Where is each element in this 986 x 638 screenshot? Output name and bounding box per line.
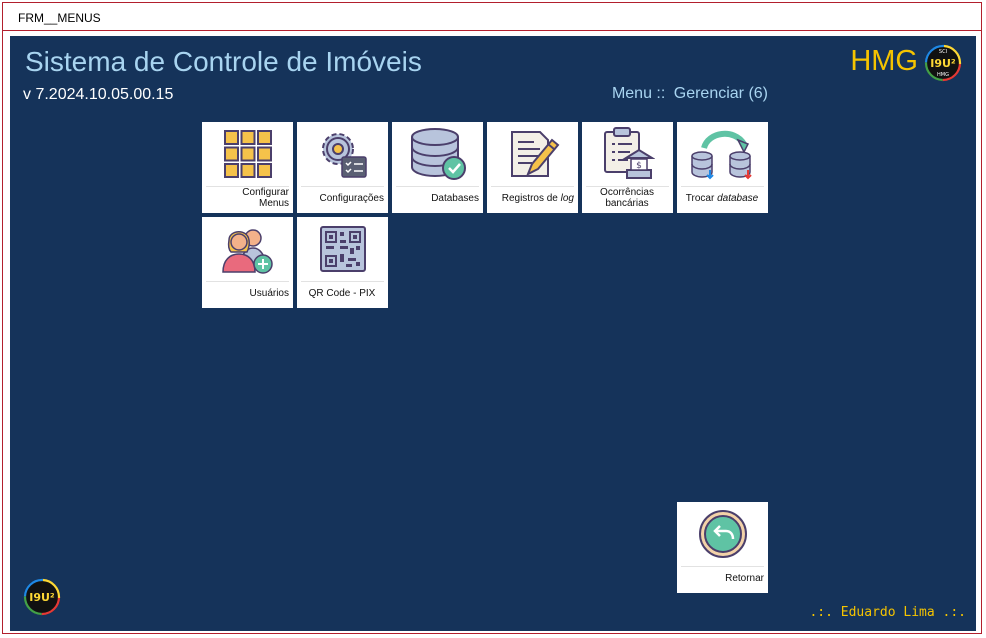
tile-databases[interactable]: Databases: [392, 122, 483, 213]
tile-usuarios[interactable]: Usuários: [202, 217, 293, 308]
main-panel: Sistema de Controle de Imóveis v 7.2024.…: [10, 36, 976, 631]
tile-label: Configurações: [319, 192, 384, 204]
logo-small-bottom: HMG: [937, 72, 949, 78]
swap-database-icon: [690, 131, 752, 180]
add-user-icon: [221, 229, 273, 274]
tile-label: Databases: [431, 192, 479, 204]
tile-label: Ocorrências bancárias: [600, 187, 654, 209]
tile-label: Trocar database: [685, 192, 759, 204]
logo-small-top: SCI: [939, 49, 947, 55]
tile-registros-log[interactable]: Registros de log: [487, 122, 578, 213]
tile-retornar[interactable]: Retornar: [677, 502, 768, 593]
document-pencil-icon: [510, 131, 559, 177]
footer-logo-text: I9U²: [29, 591, 55, 604]
svg-text:$: $: [636, 161, 642, 171]
brand-logo-icon: SCI I9U² HMG: [924, 44, 962, 82]
tile-label: Usuários: [249, 287, 289, 299]
breadcrumb-prefix: Menu ::: [611, 85, 666, 102]
logo-text: I9U²: [930, 57, 956, 70]
tile-label: Configurar Menus: [242, 187, 289, 209]
tile-ocorrencias-bancarias[interactable]: $ Ocorrências bancárias: [582, 122, 673, 213]
return-arrow-icon: [698, 510, 747, 558]
clipboard-bank-icon: $: [603, 127, 655, 179]
window-titlebar: FRM__MENUS: [3, 3, 981, 31]
database-check-icon: [410, 128, 466, 180]
tile-configurar-menus[interactable]: Configurar Menus: [202, 122, 293, 213]
version-label: v 7.2024.10.05.00.15: [23, 86, 174, 103]
footer-logo-icon: I9U²: [23, 578, 61, 616]
settings-gear-icon: [321, 133, 367, 178]
tile-trocar-database[interactable]: Trocar database: [677, 122, 768, 213]
qr-code-icon: [319, 226, 366, 272]
tile-label: QR Code - PIX: [308, 287, 376, 299]
user-name: .:. Eduardo Lima .:.: [809, 605, 966, 620]
app-title: Sistema de Controle de Imóveis: [25, 46, 422, 77]
tile-label: Retornar: [725, 572, 764, 584]
environment-badge: HMG: [850, 45, 918, 77]
grid-icon: [223, 130, 272, 178]
tile-qr-code-pix[interactable]: QR Code - PIX: [297, 217, 388, 308]
breadcrumb-current: Gerenciar (6): [673, 85, 768, 102]
app-window: FRM__MENUS Sistema de Controle de Imóvei…: [2, 2, 982, 634]
breadcrumb: Menu :: Gerenciar (6): [608, 85, 768, 103]
tile-label: Registros de log: [501, 192, 574, 204]
tile-configuracoes[interactable]: Configurações: [297, 122, 388, 213]
window-title: FRM__MENUS: [18, 11, 101, 25]
